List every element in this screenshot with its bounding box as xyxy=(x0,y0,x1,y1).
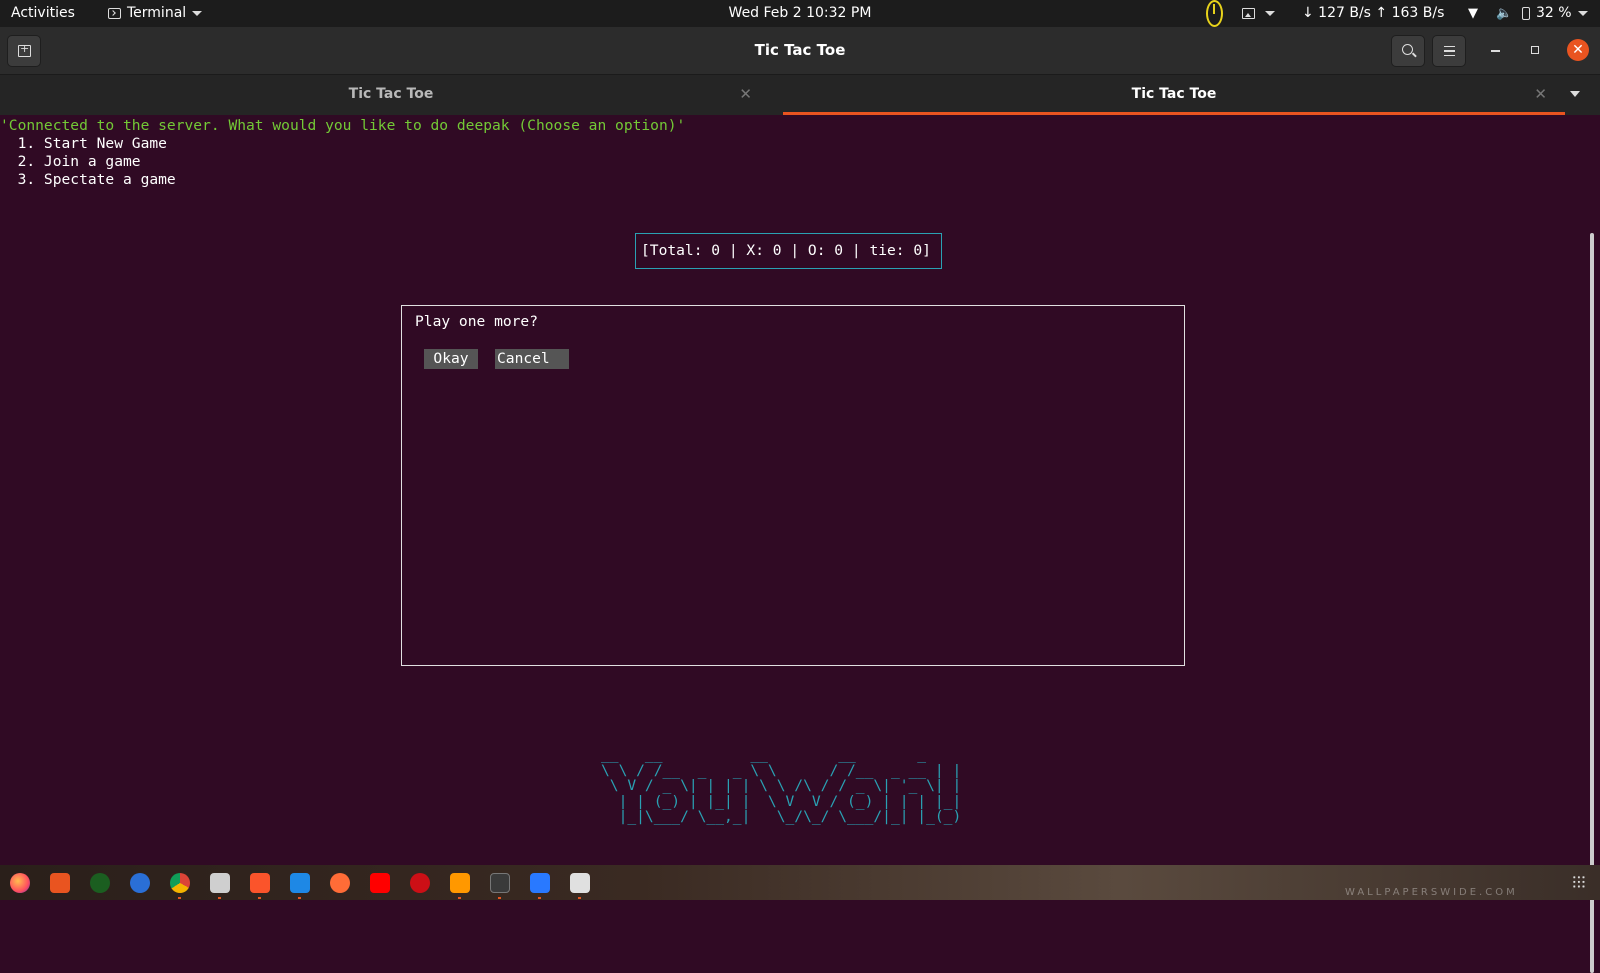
running-indicator xyxy=(178,897,181,899)
battery-icon xyxy=(1522,7,1530,20)
gitkraken-icon[interactable] xyxy=(90,873,110,893)
firefox-icon[interactable] xyxy=(10,873,30,893)
system-menu[interactable]: 32 % xyxy=(1522,0,1588,27)
tab-overflow-chevron-icon[interactable] xyxy=(1570,91,1580,97)
running-indicator xyxy=(578,897,581,899)
cancel-button[interactable]: Cancel xyxy=(495,349,569,369)
maximize-button[interactable] xyxy=(1531,46,1539,54)
minimize-button[interactable] xyxy=(1491,50,1500,52)
wifi-icon[interactable]: ▼ xyxy=(1468,0,1478,27)
scrollbar[interactable] xyxy=(1590,233,1594,973)
terminal-app-icon[interactable] xyxy=(490,873,510,893)
terminal-area[interactable]: 'Connected to the server. What would you… xyxy=(0,115,1600,973)
postman-icon[interactable] xyxy=(330,873,350,893)
opera-icon[interactable] xyxy=(410,873,430,893)
tab-bar: Tic Tac Toe ✕ Tic Tac Toe ✕ xyxy=(0,75,1600,115)
wallpaper-watermark: WALLPAPERSWIDE.COM xyxy=(1345,887,1518,898)
tab-close-icon[interactable]: ✕ xyxy=(1534,75,1547,113)
vscode-icon[interactable] xyxy=(290,873,310,893)
network-speed[interactable]: ↓ 127 B/s ↑ 163 B/s xyxy=(1302,0,1444,27)
running-indicator xyxy=(458,897,461,899)
text-editor-icon[interactable] xyxy=(570,873,590,893)
volume-muted-icon[interactable]: 🔈 xyxy=(1496,0,1512,27)
running-indicator xyxy=(258,897,261,899)
menu-button[interactable] xyxy=(1432,35,1466,67)
tab-label: Tic Tac Toe xyxy=(1131,86,1217,102)
menu-option-join: 2. Join a game xyxy=(0,153,141,170)
thunderbird-icon[interactable] xyxy=(130,873,150,893)
tab-tic-tac-toe-2[interactable]: Tic Tac Toe ✕ xyxy=(783,75,1565,115)
sublime-text-icon[interactable] xyxy=(450,873,470,893)
running-indicator xyxy=(538,897,541,899)
tab-label: Tic Tac Toe xyxy=(348,86,434,102)
chrome-icon[interactable] xyxy=(170,873,190,893)
image-icon xyxy=(1242,8,1255,19)
hamburger-icon xyxy=(1444,46,1455,56)
writer-icon[interactable] xyxy=(530,873,550,893)
search-button[interactable] xyxy=(1391,35,1425,67)
running-indicator xyxy=(498,897,501,899)
search-icon xyxy=(1402,44,1413,55)
okay-button[interactable]: Okay xyxy=(424,349,478,369)
running-indicator xyxy=(218,897,221,899)
chevron-down-icon xyxy=(1265,11,1275,16)
tab-tic-tac-toe-1[interactable]: Tic Tac Toe ✕ xyxy=(0,75,782,115)
show-apps-grid-icon[interactable] xyxy=(1572,875,1586,889)
dialog-question: Play one more? xyxy=(415,313,539,330)
status-message: 'Connected to the server. What would you… xyxy=(0,117,686,134)
youtube-icon[interactable] xyxy=(370,873,390,893)
play-again-dialog: Play one more? Okay Cancel xyxy=(401,305,1185,666)
scoreboard: [Total: 0 | X: 0 | O: 0 | tie: 0] xyxy=(635,233,942,269)
chevron-down-icon xyxy=(1577,11,1588,16)
tab-close-icon[interactable]: ✕ xyxy=(739,75,752,113)
brave-icon[interactable] xyxy=(250,873,270,893)
app-center-icon[interactable] xyxy=(50,873,70,893)
running-indicator xyxy=(298,897,301,899)
window-header: Tic Tac Toe ✕ xyxy=(0,27,1600,75)
you-won-banner: __ __ __ __ _ \ \ / /__ _ _ \ \ / /__ _ … xyxy=(601,746,962,826)
warning-indicator-icon[interactable] xyxy=(1206,0,1223,27)
image-indicator[interactable] xyxy=(1242,0,1275,27)
dock: WALLPAPERSWIDE.COM xyxy=(0,865,1600,900)
battery-percent: 32 % xyxy=(1536,5,1572,21)
window-title: Tic Tac Toe xyxy=(754,41,846,59)
menu-option-start: 1. Start New Game xyxy=(0,135,167,152)
close-window-button[interactable]: ✕ xyxy=(1567,39,1589,61)
menu-option-spectate: 3. Spectate a game xyxy=(0,171,176,188)
files-icon[interactable] xyxy=(210,873,230,893)
top-bar: Activities Terminal Wed Feb 2 10:32 PM ↓… xyxy=(0,0,1600,27)
